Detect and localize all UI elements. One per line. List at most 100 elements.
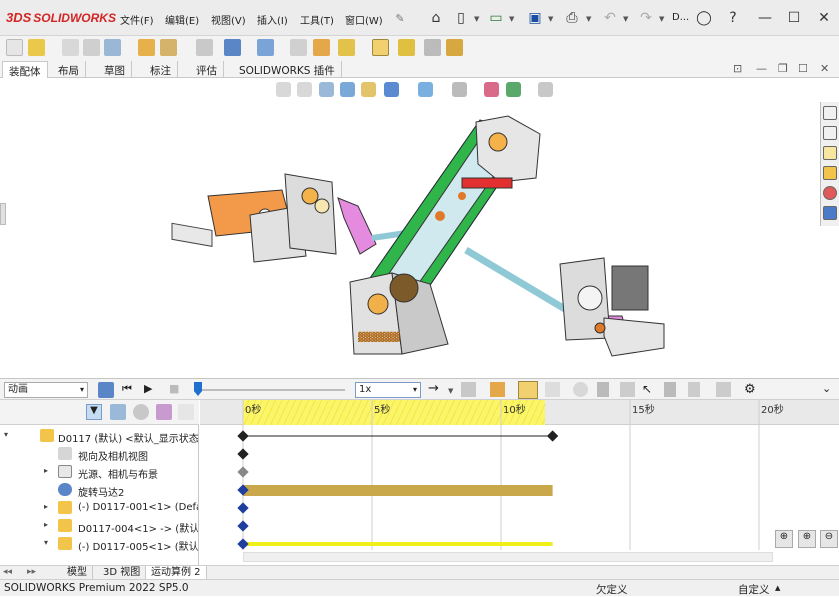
maximize-icon[interactable]: ☐	[784, 8, 804, 28]
menu-view[interactable]: 视图(V)	[211, 12, 246, 27]
tab-scroll-first-icon[interactable]: ◂◂	[3, 567, 12, 577]
tab-sketch[interactable]: 草图	[98, 61, 132, 78]
close-icon[interactable]: ✕	[814, 8, 834, 28]
save-caret-icon[interactable]: ▼	[548, 15, 553, 23]
new-motion-study-icon[interactable]	[290, 39, 307, 56]
hide-show-items-icon[interactable]	[452, 82, 467, 97]
timeline-key-point[interactable]	[237, 466, 249, 478]
large-assembly-icon[interactable]	[446, 39, 463, 56]
tree-row[interactable]: ▾ (-) D0117-005<1> (默认)	[0, 535, 198, 553]
menu-tools[interactable]: 工具(T)	[300, 12, 334, 27]
reference-geometry-icon[interactable]	[257, 39, 274, 56]
smart-fasteners-icon[interactable]	[138, 39, 155, 56]
menu-file[interactable]: 文件(F)	[120, 12, 154, 27]
tree-expander[interactable]: ▾	[44, 538, 48, 547]
view-palette-icon[interactable]	[823, 166, 837, 180]
filter-results-icon[interactable]	[156, 404, 172, 420]
bill-of-materials-icon[interactable]	[313, 39, 330, 56]
user-icon[interactable]: ◯	[694, 8, 714, 28]
zoom-to-area-icon[interactable]	[297, 82, 312, 97]
tree-row[interactable]: ▸ 光源、相机与布景	[0, 463, 198, 481]
insert-components-icon[interactable]	[28, 39, 45, 56]
redo-caret-icon[interactable]: ▼	[659, 15, 664, 23]
doc-minimize-icon[interactable]: —	[756, 62, 767, 75]
tab-motion-study[interactable]: 运动算例 2	[146, 566, 207, 580]
tab-assembly[interactable]: 装配体	[2, 61, 48, 78]
component-time-bar[interactable]	[243, 542, 553, 546]
edit-appearance-icon[interactable]	[484, 82, 499, 97]
open-icon[interactable]: ▭	[486, 8, 506, 28]
exploded-view-icon[interactable]	[338, 39, 355, 56]
units-caret-icon[interactable]: ▲	[775, 584, 780, 592]
new-caret-icon[interactable]: ▼	[474, 15, 479, 23]
take-snapshot-icon[interactable]	[424, 39, 441, 56]
play-icon[interactable]: ▶	[144, 382, 152, 395]
tree-row[interactable]: ▸ (-) D0117-001<1> (Defa	[0, 499, 198, 517]
timeline-key-point[interactable]	[237, 538, 249, 550]
show-hidden-icon[interactable]	[196, 39, 213, 56]
tab-evaluate[interactable]: 评估	[190, 61, 224, 78]
filter-driving-icon[interactable]	[110, 404, 126, 420]
tab-markup[interactable]: 标注	[144, 61, 178, 78]
redo-icon[interactable]: ↷	[636, 8, 656, 28]
component-preview-icon[interactable]	[83, 39, 100, 56]
autofit-icon[interactable]	[178, 404, 194, 420]
timeline-key-point[interactable]	[237, 520, 249, 532]
tree-row[interactable]: ▸ D0117-004<1> -> (默认)	[0, 517, 198, 535]
tree-expander[interactable]: ▸	[44, 502, 48, 511]
motor-icon[interactable]	[573, 382, 588, 397]
calculate-icon[interactable]	[98, 382, 114, 398]
stop-icon[interactable]: ■	[169, 382, 179, 395]
playback-mode-icon[interactable]: →	[428, 381, 439, 396]
update-speedpak-icon[interactable]	[398, 39, 415, 56]
filter-selected-icon[interactable]	[133, 404, 149, 420]
new-document-icon[interactable]: ▯	[451, 8, 471, 28]
tab-3d-views[interactable]: 3D 视图	[98, 566, 147, 580]
tab-solidworks-addins[interactable]: SOLIDWORKS 插件	[233, 61, 342, 78]
solidworks-resources-icon[interactable]	[823, 106, 837, 120]
add-update-key-icon[interactable]	[545, 382, 560, 397]
tree-expander[interactable]: ▸	[44, 466, 48, 475]
apply-scene-icon[interactable]	[506, 82, 521, 97]
playback-speed-select[interactable]: 1x ▾	[355, 382, 421, 398]
collapse-motion-manager-icon[interactable]: ⌄	[822, 382, 831, 395]
motor-time-bar[interactable]	[243, 485, 553, 496]
results-plots-icon[interactable]	[716, 382, 731, 397]
instant3d-icon[interactable]	[372, 39, 389, 56]
playback-slider-track[interactable]	[195, 389, 345, 391]
tab-model[interactable]: 模型	[62, 566, 93, 580]
display-style-icon[interactable]	[418, 82, 433, 97]
save-icon[interactable]: ▣	[525, 8, 545, 28]
move-component-icon[interactable]	[160, 39, 177, 56]
damper-icon[interactable]	[620, 382, 635, 397]
assembly-features-icon[interactable]	[224, 39, 241, 56]
timeline-key-point[interactable]	[237, 448, 249, 460]
timeline-key-point[interactable]	[546, 430, 559, 442]
dynamic-annotation-icon[interactable]	[361, 82, 376, 97]
menu-edit[interactable]: 编辑(E)	[165, 12, 199, 27]
timeline-canvas[interactable]: 0秒 5秒 10秒 15秒 20秒	[200, 400, 839, 565]
tree-expander[interactable]: ▾	[4, 430, 8, 439]
units-status[interactable]: 自定义	[738, 582, 770, 597]
section-view-icon[interactable]	[340, 82, 355, 97]
zoom-to-fit-icon[interactable]	[276, 82, 291, 97]
tree-row[interactable]: 视向及相机视图	[0, 445, 198, 463]
spring-icon[interactable]	[597, 382, 609, 397]
tab-scroll-next-icon[interactable]: ▸▸	[27, 567, 36, 577]
linear-pattern-icon[interactable]	[104, 39, 121, 56]
playback-mode-caret-icon[interactable]: ▼	[448, 387, 453, 395]
gravity-icon[interactable]	[688, 382, 700, 397]
undo-icon[interactable]: ↶	[600, 8, 620, 28]
force-icon[interactable]: ↖	[642, 382, 652, 396]
tree-expander[interactable]: ▸	[44, 520, 48, 529]
help-icon[interactable]: ?	[723, 8, 743, 28]
expand-view-icon[interactable]: ⊡	[733, 62, 742, 75]
menu-insert[interactable]: 插入(I)	[257, 12, 288, 27]
timeline-area[interactable]: 0秒 5秒 10秒 15秒 20秒 ⊕ ⊕ ⊖	[200, 400, 839, 565]
smart-mates-icon[interactable]	[6, 39, 23, 56]
zoom-fit-timeline-icon[interactable]: ⊖	[820, 530, 838, 548]
tree-row[interactable]: ▾ D0117 (默认) <默认_显示状态	[0, 427, 198, 445]
previous-view-icon[interactable]	[319, 82, 334, 97]
filter-animated-icon[interactable]: ▼	[86, 404, 102, 420]
doc-restore-icon[interactable]: ❐	[778, 62, 788, 75]
